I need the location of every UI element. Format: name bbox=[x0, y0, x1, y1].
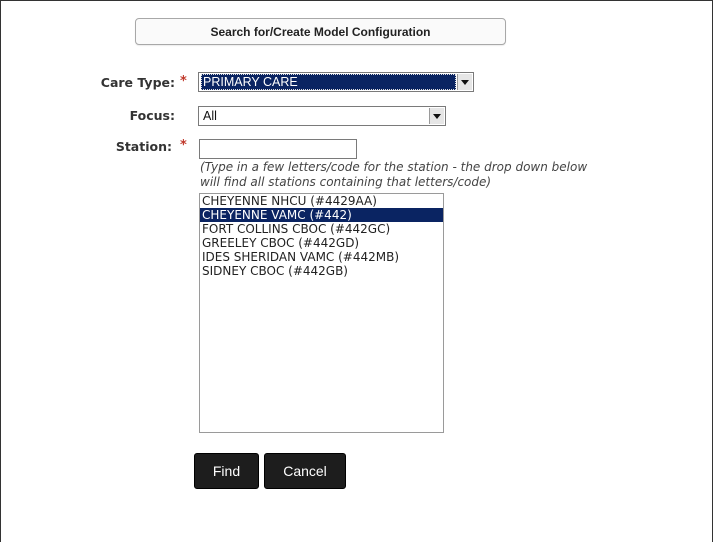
care-type-required-mark: * bbox=[180, 74, 187, 89]
focus-select-value: All bbox=[203, 109, 217, 123]
station-option[interactable]: SIDNEY CBOC (#442GB) bbox=[200, 264, 443, 278]
search-create-config-button[interactable]: Search for/Create Model Configuration bbox=[135, 18, 506, 45]
chevron-down-icon[interactable] bbox=[429, 108, 444, 124]
station-search-input[interactable] bbox=[199, 139, 357, 159]
focus-select[interactable]: All bbox=[198, 106, 446, 126]
care-type-select-value: PRIMARY CARE bbox=[201, 74, 456, 90]
station-label: Station: bbox=[115, 139, 172, 154]
cancel-button[interactable]: Cancel bbox=[264, 453, 346, 489]
station-hint-text: (Type in a few letters/code for the stat… bbox=[200, 160, 588, 189]
care-type-select[interactable]: PRIMARY CARE bbox=[198, 72, 474, 92]
chevron-down-icon[interactable] bbox=[457, 74, 472, 90]
station-option[interactable]: CHEYENNE NHCU (#4429AA) bbox=[200, 194, 443, 208]
station-option[interactable]: CHEYENNE VAMC (#442) bbox=[200, 208, 443, 222]
station-listbox[interactable]: CHEYENNE NHCU (#4429AA) CHEYENNE VAMC (#4… bbox=[199, 193, 444, 433]
station-option[interactable]: IDES SHERIDAN VAMC (#442MB) bbox=[200, 250, 443, 264]
station-option[interactable]: GREELEY CBOC (#442GD) bbox=[200, 236, 443, 250]
station-required-mark: * bbox=[180, 138, 187, 153]
focus-label: Focus: bbox=[129, 108, 175, 123]
find-button[interactable]: Find bbox=[194, 453, 259, 489]
care-type-label: Care Type: bbox=[100, 75, 175, 90]
station-option[interactable]: FORT COLLINS CBOC (#442GC) bbox=[200, 222, 443, 236]
